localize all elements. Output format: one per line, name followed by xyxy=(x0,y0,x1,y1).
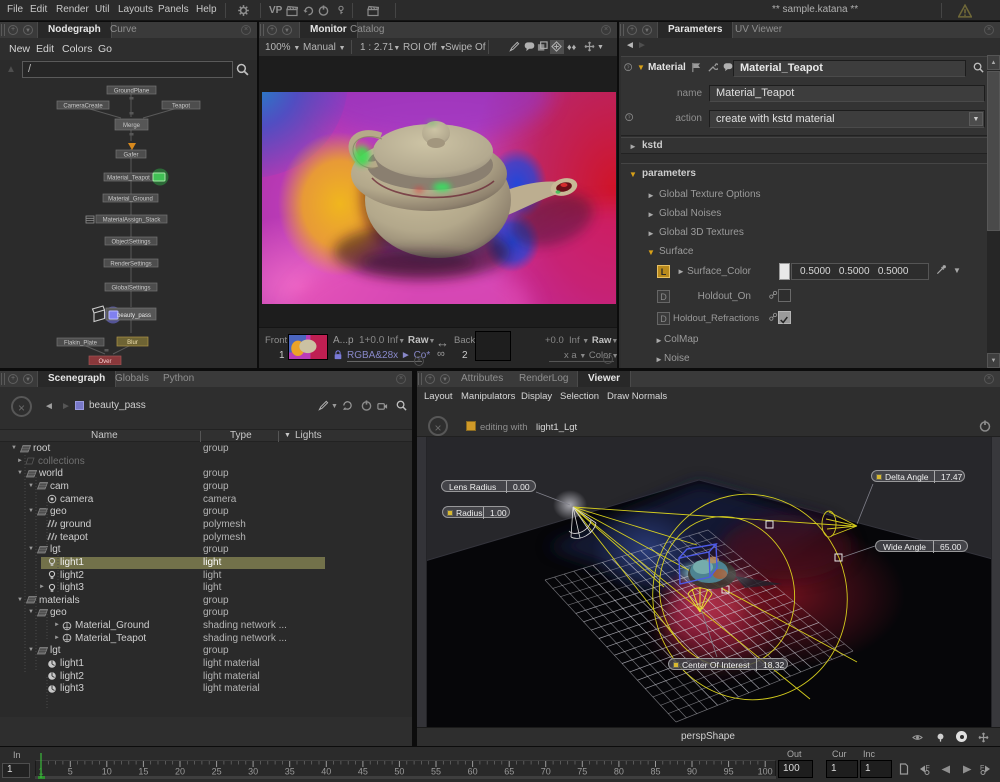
svg-text:90: 90 xyxy=(687,767,697,777)
svg-text:85: 85 xyxy=(650,767,660,777)
svg-text:Merge: Merge xyxy=(123,123,141,129)
svg-text:35: 35 xyxy=(285,767,295,777)
svg-text:55: 55 xyxy=(431,767,441,777)
svg-text:40: 40 xyxy=(321,767,331,777)
svg-text:MaterialAssign_Stack: MaterialAssign_Stack xyxy=(103,218,162,224)
svg-text:GlobalSettings: GlobalSettings xyxy=(111,286,150,292)
svg-text:CameraCreate: CameraCreate xyxy=(63,104,103,110)
svg-text:30: 30 xyxy=(248,767,258,777)
svg-text:50: 50 xyxy=(394,767,404,777)
svg-text:65: 65 xyxy=(504,767,514,777)
svg-text:60: 60 xyxy=(468,767,478,777)
svg-text:95: 95 xyxy=(724,767,734,777)
svg-text:25: 25 xyxy=(212,767,222,777)
svg-text:20: 20 xyxy=(175,767,185,777)
svg-text:10: 10 xyxy=(102,767,112,777)
svg-text:Gafer: Gafer xyxy=(123,153,138,159)
svg-text:80: 80 xyxy=(614,767,624,777)
svg-text:70: 70 xyxy=(541,767,551,777)
svg-text:Over: Over xyxy=(98,359,111,365)
svg-text:ObjectSettings: ObjectSettings xyxy=(111,240,150,246)
svg-text:Blur: Blur xyxy=(127,340,138,346)
svg-text:15: 15 xyxy=(138,767,148,777)
svg-text:45: 45 xyxy=(358,767,368,777)
svg-text:1: 1 xyxy=(38,767,43,777)
svg-text:GroundPlane: GroundPlane xyxy=(114,89,150,95)
svg-text:beauty_pass: beauty_pass xyxy=(117,313,151,319)
svg-text:Flakin_Plate: Flakin_Plate xyxy=(64,341,98,347)
svg-text:Material_Teapot: Material_Teapot xyxy=(107,176,150,182)
svg-text:RenderSettings: RenderSettings xyxy=(110,262,151,268)
svg-text:Material_Ground: Material_Ground xyxy=(108,197,153,203)
svg-text:100: 100 xyxy=(758,767,773,777)
svg-text:5: 5 xyxy=(68,767,73,777)
svg-text:Teapot: Teapot xyxy=(172,104,190,110)
svg-text:75: 75 xyxy=(577,767,587,777)
